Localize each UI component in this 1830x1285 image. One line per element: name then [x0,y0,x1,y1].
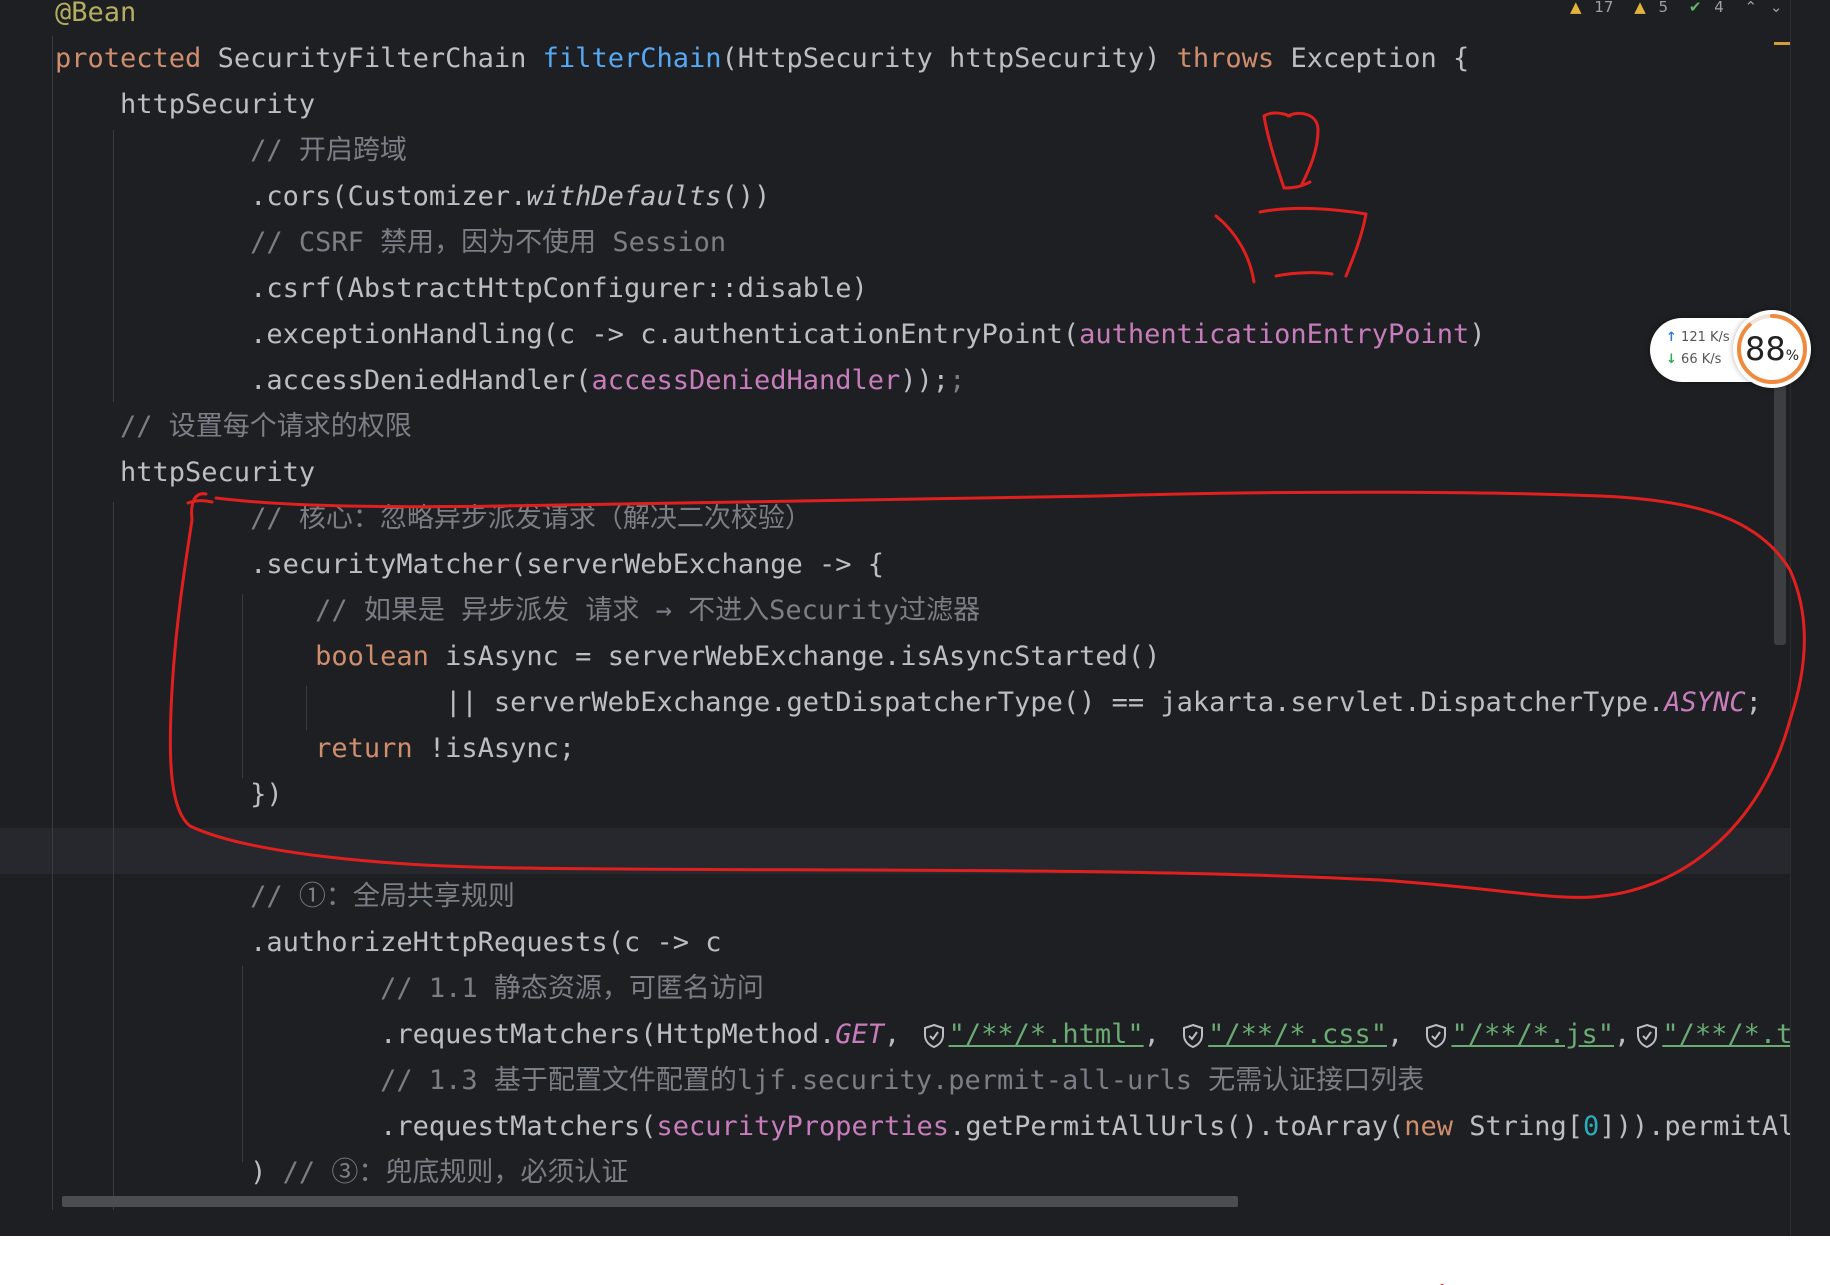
ink-stroke [1262,111,1292,118]
ink-stroke [186,499,214,505]
ink-lasso [168,490,1806,899]
ink-stroke [1214,214,1256,284]
ink-stroke [1344,212,1368,278]
ink-stroke [1262,111,1320,190]
ink-stroke [1274,271,1334,278]
ink-stroke [1258,206,1368,216]
red-ink-annotation [168,111,1806,1285]
